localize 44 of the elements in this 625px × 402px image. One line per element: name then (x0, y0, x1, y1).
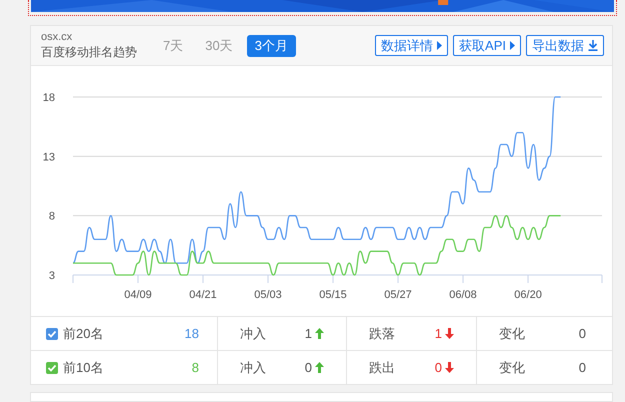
y-tick-label: 8 (48, 210, 55, 223)
x-tick-label: 04/09 (124, 289, 152, 301)
x-tick-label: 04/21 (189, 289, 217, 301)
action-button[interactable]: 获取API (453, 35, 521, 56)
series-label: 前10名 (63, 358, 104, 376)
x-tick-label: 06/20 (514, 289, 542, 301)
stat-label: 冲入 (240, 358, 266, 376)
count-value: 18 (184, 326, 199, 341)
x-tick-label: 05/03 (254, 289, 282, 301)
stat-value: 1 (434, 326, 442, 341)
checkbox[interactable] (46, 328, 58, 340)
y-tick-label: 3 (48, 270, 55, 282)
stat-label: 跌落 (369, 324, 395, 342)
action-button[interactable]: 导出数据 (526, 35, 604, 56)
stat-value: 0 (578, 360, 586, 375)
stat-label: 跌出 (369, 358, 395, 376)
x-tick-label: 05/15 (319, 289, 347, 301)
range-tab[interactable]: 7天 (155, 34, 192, 56)
stat-label: 冲入 (240, 324, 266, 342)
domain-label: osx.cx (41, 31, 74, 44)
x-tick-label: 06/08 (449, 289, 477, 301)
stat-value: 0 (434, 360, 442, 375)
chart-title: 百度移动排名趋势 (41, 44, 138, 60)
range-tab[interactable]: 3个月 (246, 34, 296, 56)
y-tick-label: 13 (42, 151, 55, 164)
stat-label: 变化 (499, 358, 525, 376)
stat-value: 0 (578, 326, 586, 341)
stat-value: 1 (304, 326, 312, 341)
stat-label: 变化 (499, 324, 525, 342)
download-icon (588, 40, 598, 51)
caret-icon (437, 41, 442, 50)
range-tab[interactable]: 30天 (197, 34, 241, 56)
up-arrow-icon (315, 328, 324, 339)
series-label: 前20名 (63, 324, 104, 342)
down-arrow-icon (445, 328, 454, 339)
stat-value: 0 (304, 360, 312, 375)
caret-icon (510, 41, 515, 50)
checkbox[interactable] (46, 362, 58, 374)
down-arrow-icon (445, 362, 454, 373)
action-button[interactable]: 数据详情 (375, 35, 448, 56)
x-tick-label: 05/27 (384, 289, 412, 301)
y-tick-label: 18 (42, 92, 55, 104)
up-arrow-icon (315, 362, 324, 373)
count-value: 8 (192, 360, 199, 375)
